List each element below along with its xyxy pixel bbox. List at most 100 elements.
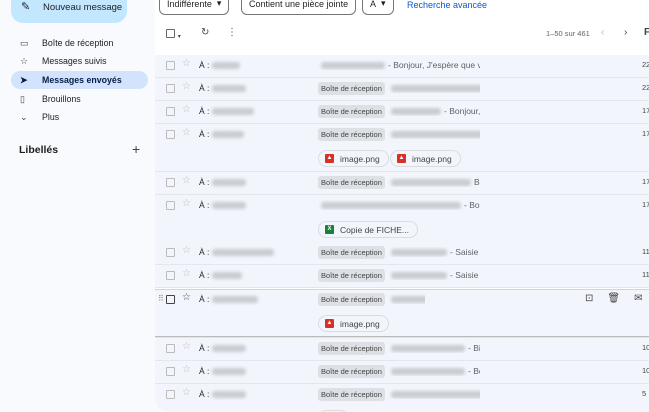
- star-icon[interactable]: ☆: [182, 198, 191, 209]
- star-icon[interactable]: ☆: [182, 387, 191, 398]
- star-icon[interactable]: ☆: [182, 104, 191, 115]
- sidebar-item-sent[interactable]: ➤ Messages envoyés: [11, 71, 148, 89]
- settings-partial[interactable]: F: [644, 27, 649, 38]
- row-checkbox[interactable]: [166, 367, 175, 376]
- pagination-text: 1–50 sur 461: [546, 29, 590, 38]
- snippet-text: - Bonjour Giovani, Je vais bien me...: [464, 200, 480, 210]
- redacted-name: [212, 249, 275, 257]
- refresh-icon[interactable]: ↻: [201, 27, 209, 38]
- star-icon[interactable]: ☆: [182, 364, 191, 375]
- star-icon[interactable]: ☆: [182, 81, 191, 92]
- row-checkbox[interactable]: [166, 130, 175, 139]
- sidebar-item-inbox[interactable]: ▭ Boîte de réception: [11, 34, 148, 52]
- date: 22: [642, 83, 649, 92]
- to-filter-chip[interactable]: À ▾: [362, 0, 394, 15]
- more-vert-icon[interactable]: ⋮: [227, 27, 237, 38]
- attachment-filter-chip[interactable]: Contient une pièce jointe: [241, 0, 357, 15]
- attachment-chip[interactable]: ▲ image.png: [318, 150, 389, 167]
- attachment-chip[interactable]: X Copie de FICHE...: [318, 221, 418, 238]
- row-checkbox[interactable]: [166, 390, 175, 399]
- next-page-icon[interactable]: ›: [624, 27, 627, 38]
- recipient: À :: [199, 366, 249, 376]
- email-row[interactable]: ☆ À : Boîte de réception - Bonjour, J'ai te…: [155, 101, 649, 124]
- sidebar-item-drafts[interactable]: ▯ Brouillons: [11, 90, 148, 108]
- redacted-subject: [391, 391, 480, 399]
- recipient: À :: [199, 270, 245, 280]
- to-prefix: À :: [199, 60, 210, 70]
- email-row[interactable]: ☆ À : Boîte de réception - Saisie effectuée…: [155, 265, 649, 288]
- advanced-search-link[interactable]: Recherche avancée: [407, 0, 487, 10]
- email-row[interactable]: ☆ À : Boîte de réception Bien reçu, je fais…: [155, 172, 649, 195]
- star-icon[interactable]: ☆: [182, 175, 191, 186]
- prev-page-icon[interactable]: ‹: [601, 27, 604, 38]
- star-icon[interactable]: ☆: [182, 245, 191, 256]
- email-row[interactable]: ☆ À : Boîte de réception- Saisie effe... 17…: [155, 124, 649, 172]
- image-file-icon: ▲: [397, 154, 406, 163]
- date-filter-chip[interactable]: Indifférente ▾: [159, 0, 230, 15]
- date: 17: [642, 106, 649, 115]
- email-row[interactable]: ☆ À : Boîte de réception- Bonjour, J'e... 5…: [155, 384, 649, 412]
- attachment-chip[interactable]: ▲ image.png: [390, 150, 461, 167]
- row-checkbox[interactable]: [166, 84, 175, 93]
- attachment-name: image.png: [340, 318, 380, 329]
- star-icon: ☆: [20, 55, 29, 66]
- star-icon[interactable]: ☆: [182, 268, 191, 279]
- recipient: À :: [199, 389, 249, 399]
- compose-button[interactable]: ✎ Nouveau message: [11, 0, 127, 23]
- email-row[interactable]: ⠿ ☆ À : Boîte de réception- Je trouve des e…: [155, 289, 649, 337]
- attachment-chip[interactable]: ▲ image.png: [318, 315, 389, 332]
- row-checkbox[interactable]: [166, 61, 175, 70]
- row-checkbox[interactable]: [166, 201, 175, 210]
- row-checkbox[interactable]: [166, 295, 175, 304]
- recipient: À :: [199, 106, 257, 116]
- star-icon[interactable]: ☆: [182, 292, 191, 303]
- redacted-name: [212, 368, 247, 376]
- star-icon[interactable]: ☆: [182, 127, 191, 138]
- row-checkbox[interactable]: [166, 271, 175, 280]
- row-checkbox[interactable]: [166, 344, 175, 353]
- recipient: À :: [199, 200, 249, 210]
- row-checkbox[interactable]: [166, 178, 175, 187]
- to-prefix: À :: [199, 343, 210, 353]
- date: 22: [642, 60, 649, 69]
- select-all-checkbox[interactable]: ▾: [166, 29, 181, 41]
- mark-unread-icon[interactable]: ✉: [634, 293, 642, 304]
- archive-icon[interactable]: ⊡: [585, 293, 593, 304]
- star-icon[interactable]: ☆: [182, 341, 191, 352]
- sidebar-item-starred[interactable]: ☆ Messages suivis: [11, 52, 148, 70]
- delete-icon[interactable]: 🗑: [607, 293, 620, 304]
- labels-heading: Libellés: [19, 144, 59, 156]
- sidebar-item-more[interactable]: ⌄ Plus: [11, 108, 148, 126]
- redacted-name: [212, 85, 247, 93]
- email-row[interactable]: ☆ À : - Bonjour, J'espère que vous allez b…: [155, 55, 649, 78]
- row-checkbox[interactable]: [166, 248, 175, 257]
- recipient: À :: [199, 129, 247, 139]
- email-row[interactable]: ☆ À : Boîte de réception - Bien reçu, je fa…: [155, 338, 649, 361]
- star-icon[interactable]: ☆: [182, 58, 191, 69]
- mail-list-pane: Indifférente ▾ Contient une pièce jointe…: [155, 0, 649, 412]
- subject-snippet: Bien reçu, je fais le nécessaire. Cor...: [388, 177, 480, 187]
- date: 10: [642, 343, 649, 352]
- subject-snippet: - Bonjour, J'ai terminé la saisie de ton…: [388, 106, 480, 116]
- chevron-down-icon: ⌄: [20, 111, 28, 122]
- redacted-subject: [391, 345, 465, 353]
- draft-icon: ▯: [20, 93, 25, 104]
- chip-label: À: [370, 0, 377, 9]
- email-row[interactable]: ☆ À : - Bonjour Giovani, Je vais bien me..…: [155, 195, 649, 243]
- snippet-text: - Bonjour, J'espère que vous allez bien?…: [388, 60, 480, 70]
- snippet-text: - Saisie effectuée Cordialement Le je...: [450, 270, 480, 280]
- redacted-subject: [391, 368, 465, 376]
- attachment-name: image.png: [412, 153, 452, 164]
- email-row[interactable]: ☆ À : Boîte de réception - Saisie effectuée…: [155, 242, 649, 265]
- inbox-icon: ▭: [20, 37, 29, 48]
- email-row[interactable]: ☆ À : Boîte de réception- Bonjour , Je me …: [155, 78, 649, 101]
- recipient: À :: [199, 83, 249, 93]
- row-checkbox[interactable]: [166, 107, 175, 116]
- inbox-label-badge: Boîte de réception: [318, 246, 385, 259]
- subject-snippet: - Bonjour , Je me se...: [388, 83, 480, 93]
- add-label-icon[interactable]: +: [132, 141, 140, 157]
- email-row[interactable]: ☆ À : Boîte de réception - Bonjour Giovani,…: [155, 361, 649, 384]
- chevron-down-icon: ▾: [177, 34, 181, 40]
- drag-handle-icon[interactable]: ⠿: [158, 294, 164, 303]
- subject-snippet: - Bien reçu, je fais le nécessaire. Cor.…: [388, 343, 480, 353]
